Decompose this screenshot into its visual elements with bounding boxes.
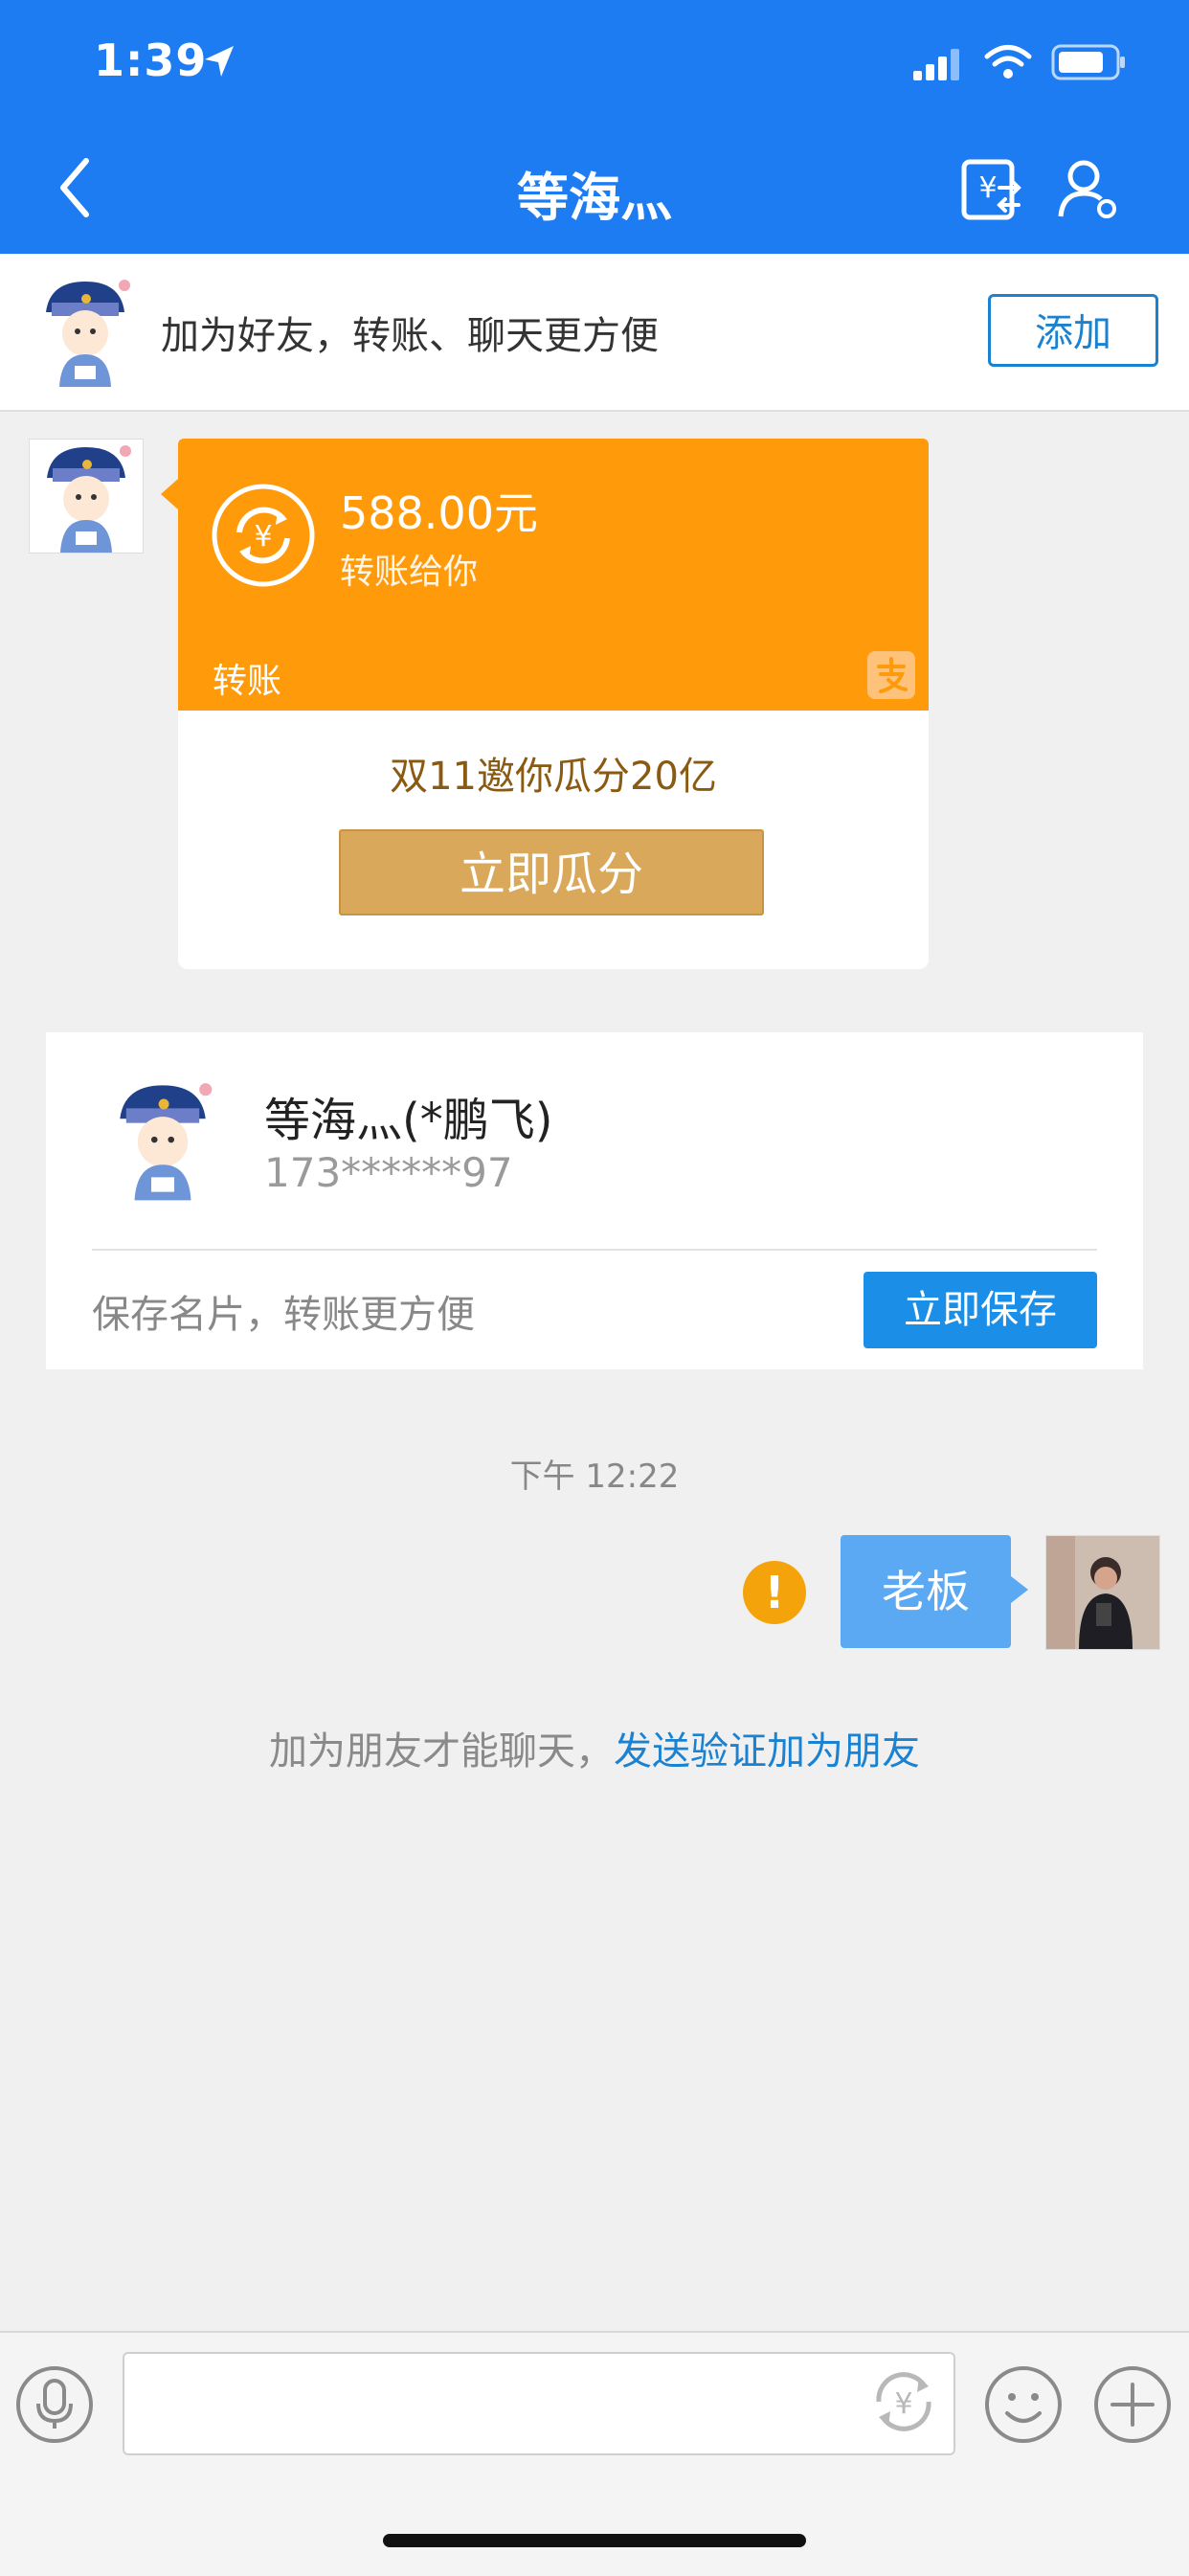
profile-settings-icon[interactable] bbox=[1057, 157, 1120, 220]
contact-name: 等海灬(*鹏飞) bbox=[264, 1094, 553, 1147]
contact-card-avatar bbox=[120, 1083, 213, 1201]
transfer-bubble-arrow bbox=[161, 479, 178, 509]
message-bubble-arrow bbox=[1011, 1576, 1028, 1603]
system-notice: 加为朋友才能聊天，发送验证加为朋友 bbox=[0, 1720, 1189, 1775]
transfer-subtitle: 转账给你 bbox=[340, 553, 479, 592]
wifi-icon bbox=[984, 45, 1032, 79]
home-indicator bbox=[383, 2534, 806, 2547]
svg-text:¥: ¥ bbox=[254, 520, 272, 554]
emoji-icon[interactable] bbox=[984, 2365, 1063, 2444]
my-avatar[interactable] bbox=[1045, 1535, 1160, 1650]
add-friend-text: 加为好友，转账、聊天更方便 bbox=[161, 314, 659, 358]
yuan-transfer-icon[interactable]: ¥ bbox=[961, 159, 1022, 220]
battery-icon bbox=[1051, 44, 1125, 80]
contact-phone: 173******97 bbox=[264, 1149, 513, 1196]
microphone-icon[interactable] bbox=[15, 2365, 94, 2444]
message-input[interactable] bbox=[123, 2352, 955, 2455]
transfer-label: 转账 bbox=[213, 662, 282, 701]
sender-avatar-image bbox=[47, 445, 131, 553]
save-card-button[interactable]: 立即保存 bbox=[864, 1272, 1097, 1348]
message-bubble[interactable]: 老板 bbox=[841, 1535, 1011, 1648]
sender-avatar[interactable] bbox=[29, 439, 144, 554]
save-card-hint: 保存名片，转账更方便 bbox=[92, 1293, 475, 1337]
contact-card-divider bbox=[92, 1249, 1097, 1251]
location-arrow-icon bbox=[205, 46, 234, 77]
status-time: 1:39 bbox=[94, 34, 208, 86]
send-failed-icon[interactable]: ! bbox=[743, 1561, 806, 1624]
my-avatar-photo bbox=[1046, 1536, 1159, 1649]
message-timestamp: 下午 12:22 bbox=[509, 1457, 680, 1496]
promo-text: 双11邀你瓜分20亿 bbox=[390, 755, 717, 799]
add-friend-button[interactable]: 添加 bbox=[988, 294, 1158, 367]
promo-button[interactable]: 立即瓜分 bbox=[339, 829, 764, 915]
svg-text:¥: ¥ bbox=[978, 171, 997, 205]
signal-icon bbox=[913, 49, 959, 80]
plus-icon[interactable] bbox=[1093, 2365, 1172, 2444]
send-verification-link[interactable]: 发送验证加为朋友 bbox=[614, 1729, 920, 1774]
quick-transfer-icon[interactable]: ¥ bbox=[867, 2365, 940, 2438]
transfer-amount: 588.00元 bbox=[340, 487, 538, 539]
alipay-logo-icon bbox=[867, 651, 915, 699]
transfer-yuan-icon: ¥ bbox=[212, 484, 315, 587]
system-notice-text: 加为朋友才能聊天， bbox=[269, 1729, 614, 1774]
contact-avatar bbox=[46, 280, 130, 387]
svg-text:¥: ¥ bbox=[894, 2387, 912, 2421]
